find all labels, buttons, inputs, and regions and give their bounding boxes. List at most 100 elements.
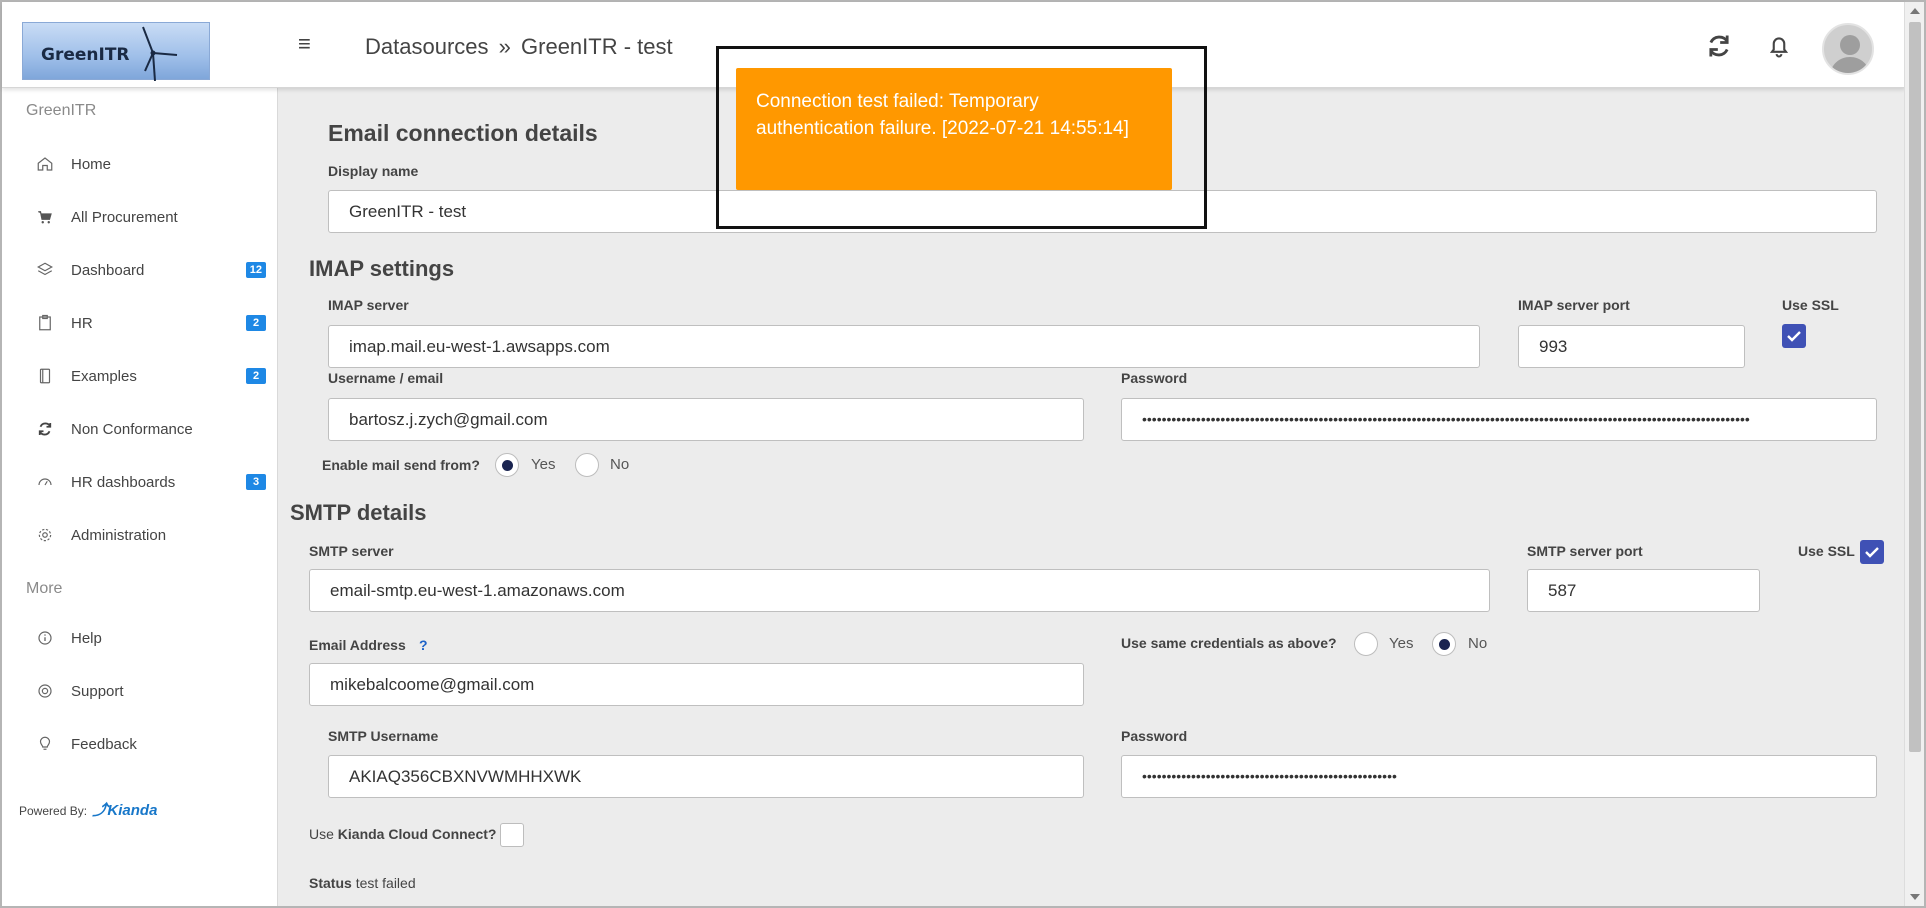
breadcrumb: Datasources » GreenITR - test (365, 34, 673, 60)
sidebar-item-hr[interactable]: HR 2 (2, 304, 278, 344)
scroll-thumb[interactable] (1909, 22, 1921, 752)
breadcrumb-current: GreenITR - test (521, 34, 673, 59)
sidebar-item-hr-dashboards[interactable]: HR dashboards 3 (2, 463, 278, 503)
same-creds-yes-label: Yes (1389, 635, 1414, 652)
refresh-icon (38, 422, 52, 436)
powered-by: Powered By: ⤴Kianda (19, 799, 157, 820)
imap-section-title: IMAP settings (309, 256, 455, 281)
sidebar-item-label: HR (71, 315, 93, 332)
display-name-label: Display name (328, 163, 419, 179)
lightbulb-icon (39, 736, 51, 750)
password-label: Password (1121, 370, 1188, 386)
status-label: Status (309, 875, 352, 891)
hamburger-menu-icon[interactable]: ≡ (298, 32, 316, 56)
send-from-yes-radio[interactable] (495, 453, 519, 477)
sidebar-item-help[interactable]: Help (2, 619, 278, 659)
sidebar-item-label: Support (71, 683, 124, 700)
email-address-input[interactable]: mikebalcoome@gmail.com (309, 663, 1084, 706)
sidebar-more-heading: More (26, 580, 63, 597)
sidebar-item-label: Home (71, 156, 112, 173)
username-label: Username / email (328, 370, 444, 386)
user-silhouette-icon (1830, 35, 1870, 73)
cloud-connect-prefix: Use (309, 826, 334, 842)
user-avatar[interactable] (1822, 23, 1874, 75)
toast-highlight-box: Connection test failed: Temporary authen… (716, 46, 1207, 229)
send-from-label: Enable mail send from? (322, 457, 480, 473)
info-icon (38, 631, 52, 645)
sidebar-item-all-procurement[interactable]: All Procurement (2, 198, 278, 238)
toast-message: Connection test failed: Temporary authen… (756, 91, 1129, 139)
powered-by-label: Powered By: (19, 804, 88, 818)
app-logo[interactable]: GreenITR (22, 22, 210, 81)
cloud-connect-label: Use Kianda Cloud Connect? (309, 826, 496, 842)
smtp-ssl-label: Use SSL (1798, 543, 1855, 559)
vertical-scrollbar[interactable] (1904, 2, 1924, 906)
kianda-logo[interactable]: ⤴Kianda (92, 802, 157, 819)
sidebar-item-support[interactable]: Support (2, 672, 278, 712)
gauge-icon (38, 478, 52, 486)
send-from-no-radio[interactable] (575, 453, 599, 477)
email-address-help-icon[interactable]: ? (419, 637, 428, 653)
layers-icon (37, 262, 53, 276)
imap-server-label: IMAP server (328, 297, 409, 313)
sidebar-item-feedback[interactable]: Feedback (2, 725, 278, 765)
smtp-username-label: SMTP Username (328, 728, 439, 744)
sidebar-item-examples[interactable]: Examples 2 (2, 357, 278, 397)
cart-icon (38, 211, 52, 224)
home-icon (37, 157, 53, 171)
breadcrumb-parent[interactable]: Datasources (365, 34, 489, 59)
imap-port-label: IMAP server port (1518, 297, 1630, 313)
sidebar-item-label: All Procurement (71, 209, 178, 226)
smtp-port-input[interactable]: 587 (1527, 569, 1760, 612)
error-toast[interactable]: Connection test failed: Temporary authen… (736, 68, 1172, 190)
bell-icon[interactable] (1765, 32, 1793, 60)
smtp-port-label: SMTP server port (1527, 543, 1643, 559)
count-badge: 3 (246, 474, 266, 490)
checkmark-icon (1865, 547, 1879, 558)
lifebuoy-icon (38, 684, 52, 698)
kianda-brand-text: Kianda (107, 802, 158, 819)
sidebar-item-label: Dashboard (71, 262, 145, 279)
smtp-server-label: SMTP server (309, 543, 394, 559)
send-from-yes-label: Yes (531, 456, 556, 473)
count-badge: 2 (246, 315, 266, 331)
status-line: Status test failed (309, 875, 416, 891)
imap-server-input[interactable]: imap.mail.eu-west-1.awsapps.com (328, 325, 1480, 368)
smtp-password-label: Password (1121, 728, 1188, 744)
sidebar-app-heading: GreenITR (26, 102, 97, 119)
sidebar-item-label: Non Conformance (71, 421, 193, 438)
email-section-title: Email connection details (328, 120, 598, 146)
imap-port-input[interactable]: 993 (1518, 325, 1745, 368)
status-value: test failed (355, 875, 416, 891)
same-creds-yes-radio[interactable] (1354, 632, 1378, 656)
refresh-icon[interactable] (1705, 32, 1733, 60)
cloud-connect-checkbox[interactable] (500, 823, 524, 847)
sidebar-item-dashboard[interactable]: Dashboard 12 (2, 251, 278, 291)
imap-ssl-checkbox[interactable] (1782, 324, 1806, 348)
wind-turbine-icon (142, 26, 178, 81)
password-input[interactable]: ••••••••••••••••••••••••••••••••••••••••… (1121, 398, 1877, 441)
smtp-username-input[interactable]: AKIAQ356CBXNVWMHHXWK (328, 755, 1084, 798)
sidebar-item-home[interactable]: Home (2, 145, 278, 185)
smtp-password-input[interactable]: ••••••••••••••••••••••••••••••••••••••••… (1121, 755, 1877, 798)
clipboard-icon (39, 314, 51, 331)
same-creds-label: Use same credentials as above? (1121, 635, 1337, 651)
gear-icon (38, 528, 52, 542)
sidebar-item-label: Help (71, 630, 102, 647)
count-badge: 12 (245, 262, 266, 278)
imap-ssl-label: Use SSL (1782, 297, 1839, 313)
sidebar-item-administration[interactable]: Administration (2, 516, 278, 556)
sidebar: GreenITR Home All Procurement Dashboard … (2, 88, 278, 906)
smtp-server-input[interactable]: email-smtp.eu-west-1.amazonaws.com (309, 569, 1490, 612)
sidebar-item-non-conformance[interactable]: Non Conformance (2, 410, 278, 450)
book-icon (39, 368, 51, 384)
breadcrumb-separator: » (498, 34, 511, 59)
same-creds-no-radio[interactable] (1432, 632, 1456, 656)
email-address-label: Email Address (309, 637, 406, 653)
scroll-down-arrow-icon[interactable] (1910, 894, 1920, 900)
username-input[interactable]: bartosz.j.zych@gmail.com (328, 398, 1084, 441)
smtp-ssl-checkbox[interactable] (1860, 540, 1884, 564)
scroll-up-arrow-icon[interactable] (1910, 8, 1920, 14)
logo-text: GreenITR (41, 45, 130, 65)
count-badge: 2 (246, 368, 266, 384)
